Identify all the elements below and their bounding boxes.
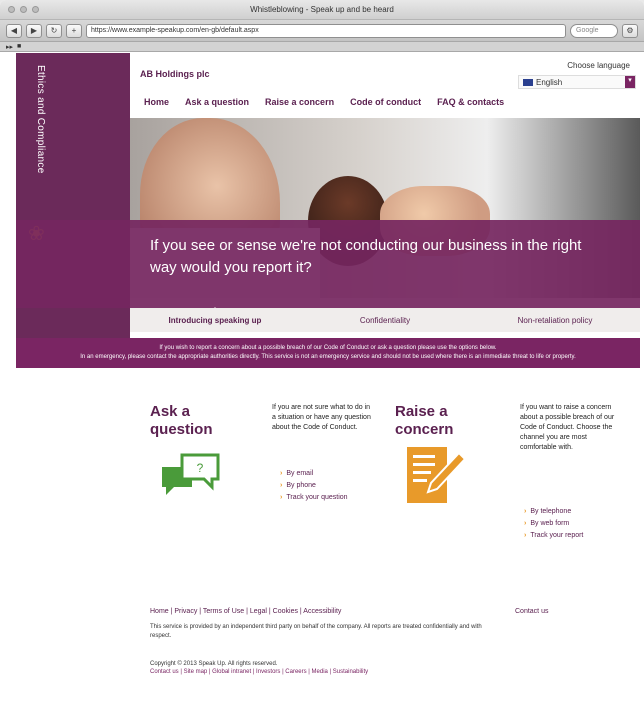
hero-question: If you see or sense we're not conducting… xyxy=(150,237,582,276)
raise-links: By telephone By web form Track your repo… xyxy=(524,506,583,542)
raise-by-telephone-link[interactable]: By telephone xyxy=(524,506,583,518)
title-bar: Whistleblowing - Speak up and be heard xyxy=(0,0,644,20)
ask-links: By email By phone Track your question xyxy=(280,468,348,504)
address-bar[interactable]: https://www.example-speakup.com/en-gb/de… xyxy=(86,23,566,38)
nav-raise-concern[interactable]: Raise a concern xyxy=(265,97,334,107)
raise-heading-line2: concern xyxy=(395,421,454,438)
notice-banner: If you wish to report a concern about a … xyxy=(16,338,640,368)
footer-contact-link[interactable]: Contact us xyxy=(515,608,548,615)
notice-line-2: In an emergency, please contact the appr… xyxy=(80,354,576,360)
window-title: Whistleblowing - Speak up and be heard xyxy=(250,5,394,14)
bookmarks-bar: ▸▸ ■ xyxy=(0,42,644,52)
info-tabs: Introducing speaking up Confidentiality … xyxy=(130,306,640,332)
vertical-brand-text: Ethics and Compliance xyxy=(30,65,50,235)
web-page: Ethics and Compliance ❀ AB Holdings plc … xyxy=(0,53,644,711)
bookmark-item[interactable]: ■ xyxy=(17,43,21,50)
track-question-link[interactable]: Track your question xyxy=(280,492,347,504)
site-logo[interactable]: AB Holdings plc xyxy=(140,69,210,79)
nav-faq[interactable]: FAQ & contacts xyxy=(437,97,504,107)
browser-window: Whistleblowing - Speak up and be heard ◀… xyxy=(0,0,644,711)
footer-description: This service is provided by an independe… xyxy=(150,624,482,639)
main-nav: Home Ask a question Raise a concern Code… xyxy=(144,97,504,107)
ask-heading-line1: Ask a xyxy=(150,403,191,420)
footer-links[interactable]: Home | Privacy | Terms of Use | Legal | … xyxy=(150,608,341,615)
ask-by-email-link[interactable]: By email xyxy=(280,468,348,480)
nav-ask-question[interactable]: Ask a question xyxy=(185,97,249,107)
raise-by-web-form-link[interactable]: By web form xyxy=(524,518,583,530)
ask-heading-line2: question xyxy=(150,421,213,438)
raise-concern-heading: Raise a concern xyxy=(395,403,453,439)
raise-heading-line1: Raise a xyxy=(395,403,448,420)
copyright-text: Copyright © 2013 Speak Up. All rights re… xyxy=(150,661,278,667)
notice-line-1: If you wish to report a concern about a … xyxy=(159,345,497,351)
tab-introducing-speaking-up[interactable]: Introducing speaking up xyxy=(130,306,300,325)
footer-bottom-links[interactable]: Contact us | Site map | Global intranet … xyxy=(150,668,368,676)
nav-home[interactable]: Home xyxy=(144,97,169,107)
ask-description: If you are not sure what to do in a situ… xyxy=(272,404,371,431)
language-select[interactable]: English ▾ xyxy=(518,75,636,89)
forward-button[interactable]: ▶ xyxy=(26,23,42,38)
raise-description: If you want to raise a concern about a p… xyxy=(520,404,615,451)
chevron-down-icon[interactable]: ▾ xyxy=(625,76,635,88)
ask-by-phone-link[interactable]: By phone xyxy=(280,480,348,492)
footer-bottom: Copyright © 2013 Speak Up. All rights re… xyxy=(150,660,368,676)
notepad-pencil-icon xyxy=(407,447,467,503)
tab-non-retaliation[interactable]: Non-retaliation policy xyxy=(470,316,640,325)
browser-toolbar: ◀ ▶ ↻ + https://www.example-speakup.com/… xyxy=(0,20,644,42)
nav-code-of-conduct[interactable]: Code of conduct xyxy=(350,97,421,107)
choose-language-label: Choose language xyxy=(567,61,630,70)
url-text: https://www.example-speakup.com/en-gb/de… xyxy=(91,27,259,34)
bookmark-item[interactable]: ▸▸ xyxy=(6,43,13,51)
track-report-link[interactable]: Track your report xyxy=(524,530,583,542)
chat-bubbles-icon: ? xyxy=(162,453,220,495)
back-button[interactable]: ◀ xyxy=(6,23,22,38)
brand-vertical-label: Ethics and Compliance xyxy=(35,65,46,174)
search-placeholder: Google xyxy=(576,27,599,34)
language-value: English xyxy=(536,77,563,87)
ask-question-heading: Ask a question xyxy=(150,403,213,439)
settings-button[interactable]: ⚙ xyxy=(622,23,638,38)
add-bookmark-button[interactable]: + xyxy=(66,23,82,38)
reload-button[interactable]: ↻ xyxy=(46,23,62,38)
svg-text:?: ? xyxy=(197,461,204,475)
flag-icon xyxy=(523,78,533,86)
site-header: AB Holdings plc Choose language English … xyxy=(130,53,640,118)
search-field[interactable]: Google xyxy=(570,23,618,38)
tab-confidentiality[interactable]: Confidentiality xyxy=(300,316,470,325)
